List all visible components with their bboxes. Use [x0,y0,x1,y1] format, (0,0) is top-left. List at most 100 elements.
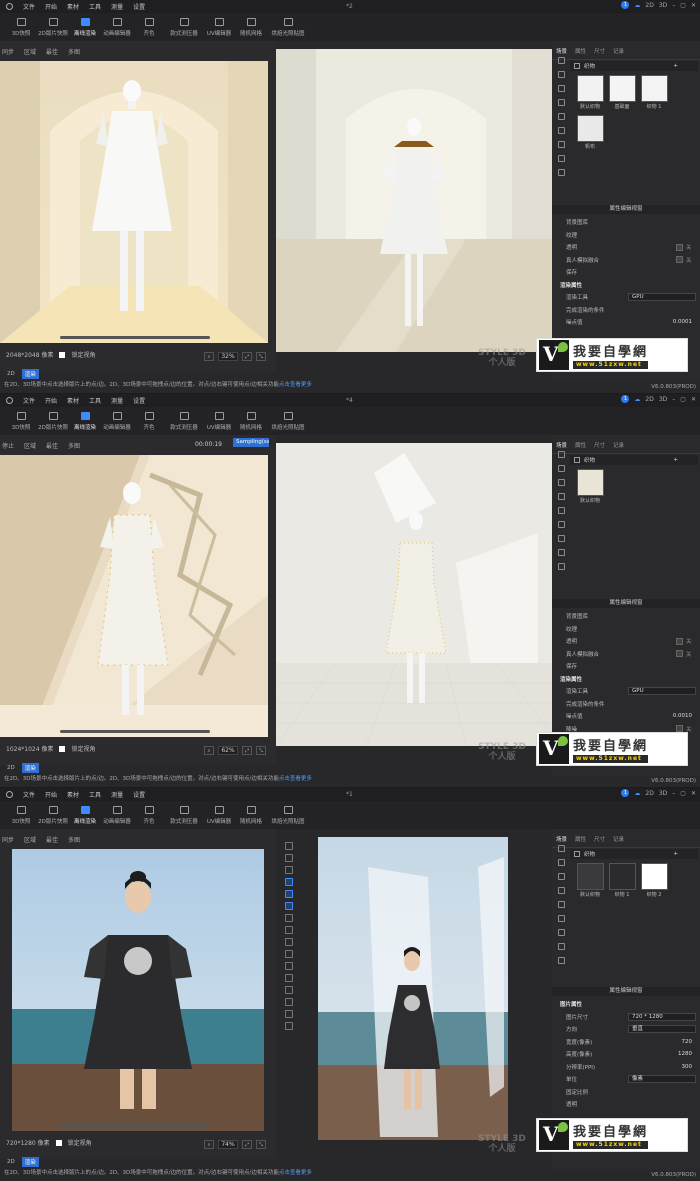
toolbar-button[interactable]: 款式测压器 [166,13,202,41]
horizontal-scrollbar[interactable] [60,1124,210,1127]
3d-tool-icon[interactable] [285,854,293,862]
close-icon[interactable]: ✕ [691,2,696,9]
close-icon[interactable]: ✕ [691,396,696,403]
menu-item[interactable]: 设置 [133,2,145,11]
fabric-thumbnail[interactable]: 默认织物 [576,469,604,505]
maximize-icon[interactable]: ▢ [680,396,686,403]
maximize-icon[interactable]: ▢ [680,790,686,797]
library-category-icon[interactable] [557,493,565,500]
zoom-value[interactable]: 74% [218,1140,238,1149]
toolbar-button[interactable]: 烘焙光照贴图 [268,407,308,435]
library-category-icon[interactable] [557,155,565,162]
mode-tab[interactable]: 渲染 [21,763,39,773]
notification-badge[interactable]: 1 [621,789,630,797]
toolbar-button[interactable]: 离线渲染 [70,407,100,435]
toolbar-button[interactable]: UV编辑器 [204,13,234,41]
library-category-icon[interactable] [557,535,565,542]
zoom-out-icon[interactable]: ⌕ [204,746,214,755]
library-category-icon[interactable] [557,521,565,528]
3d-tool-icon[interactable] [285,914,293,922]
right-panel-tab[interactable]: 记录 [613,835,624,843]
actual-size-icon[interactable]: ⤡ [256,746,266,755]
zoom-value[interactable]: 62% [218,746,238,755]
menu-item[interactable]: 工具 [89,396,101,405]
property-dropdown[interactable]: GPU [628,293,696,301]
menu-item[interactable]: 开始 [45,790,57,799]
render-tool-button[interactable]: 同步 [2,47,14,56]
mode-tab[interactable]: 渲染 [21,1157,39,1167]
toolbar-button[interactable]: 款式测压器 [166,801,202,829]
right-panel-tab[interactable]: 属性 [575,47,586,55]
toolbar-button[interactable]: 款式测压器 [166,407,202,435]
toolbar-button[interactable]: 动画编辑器 [102,407,132,435]
3d-tool-icon[interactable] [285,986,293,994]
toolbar-button[interactable]: UV编辑器 [204,801,234,829]
3d-viewport[interactable] [276,443,552,746]
library-category-icon[interactable] [557,479,565,486]
property-dropdown[interactable]: GPU [628,687,696,695]
mode-2d-button[interactable]: 2D [645,790,653,797]
horizontal-scrollbar[interactable] [60,730,210,733]
property-dropdown[interactable]: 像素 [628,1075,696,1083]
toolbar-button[interactable]: UV编辑器 [204,407,234,435]
render-tool-button[interactable]: 最佳 [46,47,58,56]
library-category-icon[interactable] [557,901,565,908]
zoom-value[interactable]: 32% [218,352,238,361]
library-category-icon[interactable] [557,507,565,514]
mode-tab[interactable]: 渲染 [21,369,39,379]
lock-view-checkbox[interactable] [59,745,66,752]
toolbar-button[interactable]: 离线渲染 [70,801,100,829]
library-category-icon[interactable] [557,859,565,866]
fabric-thumbnail[interactable]: 默认织物 [576,75,604,111]
3d-tool-icon[interactable] [285,1022,293,1030]
zoom-out-icon[interactable]: ⌕ [204,1140,214,1149]
property-value[interactable]: 1280 [678,1051,696,1057]
minimize-icon[interactable]: – [672,396,675,403]
toolbar-button[interactable]: 齐色 [134,801,164,829]
document-tab-title[interactable]: *4 [346,397,353,404]
3d-viewport[interactable] [276,49,552,352]
mode-3d-button[interactable]: 3D [659,2,667,9]
right-panel-tab[interactable]: 记录 [613,47,624,55]
toggle-checkbox[interactable] [676,243,683,251]
toggle-checkbox[interactable] [676,637,683,645]
menu-item[interactable]: 测量 [111,2,123,11]
right-panel-tab[interactable]: 尺寸 [594,47,605,55]
render-tool-button[interactable]: 最佳 [46,441,58,450]
library-category-icon[interactable] [557,549,565,556]
menu-item[interactable]: 文件 [23,2,35,11]
mode-3d-button[interactable]: 3D [659,396,667,403]
right-panel-tab[interactable]: 尺寸 [594,835,605,843]
fit-icon[interactable]: ⤢ [242,746,252,755]
toolbar-button[interactable]: 2D版片快照 [38,407,68,435]
render-tool-button[interactable]: 最佳 [46,835,58,844]
actual-size-icon[interactable]: ⤡ [256,1140,266,1149]
3d-tool-icon[interactable] [285,962,293,970]
right-panel-tab[interactable]: 场景 [556,441,567,449]
menu-item[interactable]: 开始 [45,396,57,405]
render-tool-button[interactable]: 同步 [2,835,14,844]
fabric-thumbnail[interactable]: 织物 2 [640,863,668,899]
toggle-checkbox[interactable] [676,725,683,732]
minimize-icon[interactable]: – [672,790,675,797]
right-panel-tab[interactable]: 场景 [556,47,567,55]
library-category-icon[interactable] [557,57,565,64]
3d-tool-icon[interactable] [285,878,293,886]
library-category-icon[interactable] [557,887,565,894]
library-category-icon[interactable] [557,113,565,120]
library-category-icon[interactable] [557,71,565,78]
toolbar-button[interactable]: 离线渲染 [70,13,100,41]
menu-item[interactable]: 工具 [89,790,101,799]
mode-tab[interactable]: 2D [4,1158,18,1166]
3d-tool-icon[interactable] [285,842,293,850]
fabric-thumbnail[interactable]: 默认织物 [576,863,604,899]
menu-item[interactable]: 测量 [111,790,123,799]
toolbar-button[interactable]: 3D快照 [6,407,36,435]
3d-tool-icon[interactable] [285,1010,293,1018]
toolbar-button[interactable]: 随机网格 [236,13,266,41]
right-panel-tab[interactable]: 属性 [575,441,586,449]
render-tool-button[interactable]: 多图 [68,47,80,56]
library-category-icon[interactable] [557,127,565,134]
library-category-icon[interactable] [557,929,565,936]
toolbar-button[interactable]: 齐色 [134,407,164,435]
